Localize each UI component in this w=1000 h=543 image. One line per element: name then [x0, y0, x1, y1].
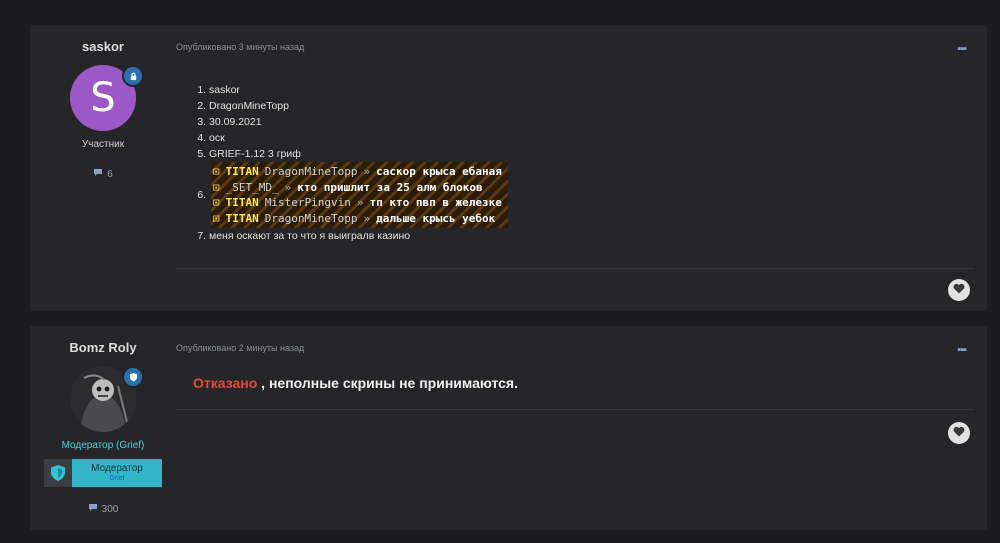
reply-message: , неполные скрины не принимаются.	[261, 375, 518, 391]
chat-nick: DragonMineTopp	[264, 165, 358, 178]
more-options-icon[interactable]: ▪▪▪	[957, 43, 967, 55]
author-name[interactable]: saskor	[30, 39, 176, 54]
chat-line: ⊡ _SET_MD_ » кто пришлит за 25 алм блоков	[213, 180, 502, 196]
member-badge-icon	[122, 65, 144, 87]
post-divider	[176, 409, 974, 410]
chat-mark-icon: ⊡	[213, 165, 220, 178]
answers-list: saskor DragonMineTopp 30.09.2021 оск GRI…	[193, 82, 508, 244]
chat-mark-icon: ⊡	[213, 180, 220, 194]
post-content: saskor DragonMineTopp 30.09.2021 оск GRI…	[193, 82, 508, 244]
answer-item: меня оскают за то что я выигралв казино	[209, 228, 508, 244]
heart-icon	[953, 281, 965, 299]
shield-icon	[122, 366, 144, 388]
post-divider	[176, 268, 974, 269]
more-options-icon[interactable]: ▪▪▪	[957, 344, 967, 356]
post-count-value: 300	[101, 503, 119, 515]
author-role: Участник	[81, 139, 125, 150]
post-count: 6	[30, 168, 176, 180]
answer-item-screenshot: ⊡ TITAN DragonMineTopp » саскор крыса ебаная…	[209, 162, 508, 228]
post-count-value: 6	[107, 168, 113, 180]
moderator-badge-label: Модератор Grief	[72, 459, 162, 487]
chat-nick: DragonMineTopp	[264, 211, 358, 225]
avatar-letter: S	[90, 75, 116, 121]
forum-post: Bomz Roly Модератор (Grief) Модератор Gr…	[30, 326, 987, 530]
chat-message: тп кто пвп в железке	[369, 196, 502, 209]
like-button[interactable]	[948, 422, 970, 444]
chat-line: ⊡ TITAN MisterPingvin » тп кто пвп в железке	[213, 195, 502, 211]
chat-arrow: »	[284, 180, 292, 194]
chat-line: ⊡ TITAN DragonMineTopp » дальше крысь уебок	[213, 211, 502, 227]
comment-icon	[88, 503, 98, 515]
answer-item: GRIEF-1.12 3 гриф	[209, 146, 508, 162]
chat-message: саскор крыса ебаная	[376, 165, 502, 178]
author-name[interactable]: Bomz Roly	[30, 340, 176, 355]
chat-arrow: »	[363, 165, 371, 178]
chat-mark-icon: ⊡	[213, 211, 220, 225]
answer-item: 30.09.2021	[209, 114, 508, 130]
chat-nick: _SET_MD_	[225, 180, 279, 194]
author-panel: saskor S Участник 6	[30, 25, 176, 311]
post-timestamp[interactable]: Опубликовано 3 минуты назад	[176, 42, 304, 52]
chat-message: кто пришлит за 25 алм блоков	[297, 180, 483, 194]
chat-arrow: »	[363, 211, 371, 225]
forum-post: saskor S Участник 6 Опубликовано 3 минут…	[30, 25, 987, 311]
answer-item: оск	[209, 130, 508, 146]
author-role: Модератор (Grief)	[61, 440, 145, 451]
badge-title: Модератор	[91, 463, 143, 474]
post-count: 300	[30, 503, 176, 515]
chat-mark-icon: ⊡	[213, 196, 220, 209]
shield-icon	[44, 459, 72, 487]
refused-highlight: Отказано	[193, 375, 258, 391]
moderator-badge: Модератор Grief	[44, 459, 162, 487]
chat-line: ⊡ TITAN DragonMineTopp » саскор крыса ебаная	[213, 164, 502, 180]
heart-icon	[953, 424, 965, 442]
chat-rank: TITAN	[225, 196, 259, 209]
chat-nick: MisterPingvin	[264, 196, 351, 209]
comment-icon	[93, 168, 103, 180]
post-content: Отказано , неполные скрины не принимаютс…	[193, 375, 518, 391]
like-button[interactable]	[948, 279, 970, 301]
chat-message: дальше крысь уебок	[376, 211, 496, 225]
answer-item: saskor	[209, 82, 508, 98]
author-panel: Bomz Roly Модератор (Grief) Модератор Gr…	[30, 326, 176, 530]
badge-subtitle: Grief	[109, 475, 125, 482]
answer-item: DragonMineTopp	[209, 98, 508, 114]
chat-rank: TITAN	[225, 211, 259, 225]
post-timestamp[interactable]: Опубликовано 2 минуты назад	[176, 343, 304, 353]
chat-screenshot[interactable]: ⊡ TITAN DragonMineTopp » саскор крыса ебаная…	[211, 162, 508, 228]
chat-arrow: »	[356, 196, 364, 209]
chat-rank: TITAN	[225, 165, 259, 178]
reply-text: Отказано , неполные скрины не принимаютс…	[193, 375, 518, 391]
